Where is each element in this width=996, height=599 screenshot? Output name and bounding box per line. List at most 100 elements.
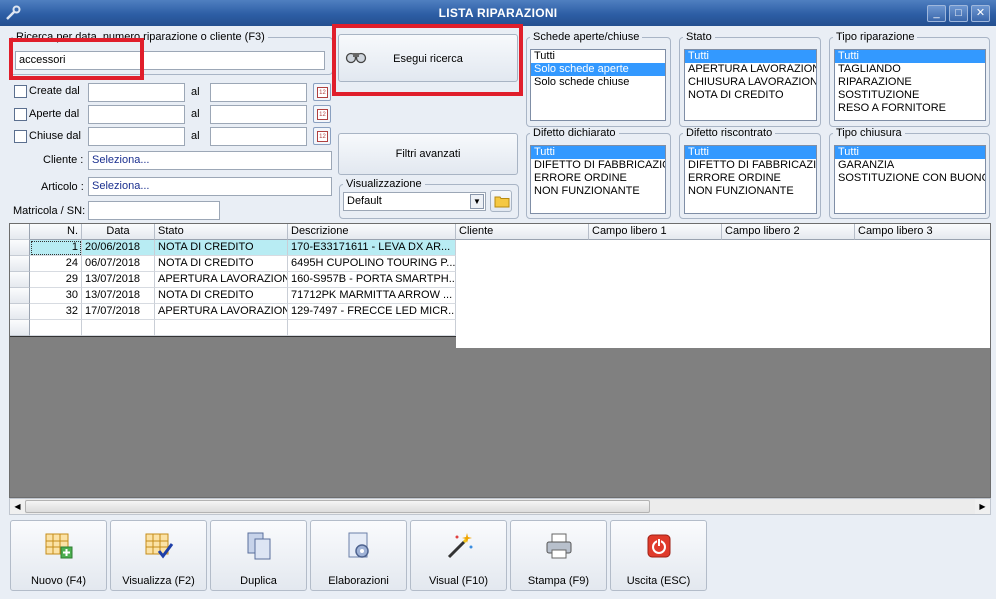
create-calendar-button[interactable]: 12 — [313, 83, 331, 101]
schede-item[interactable]: Tutti — [531, 50, 665, 63]
advanced-filters-button[interactable]: Filtri avanzati — [338, 133, 518, 175]
folder-button[interactable] — [490, 190, 512, 212]
difetto-dichiarato-item[interactable]: DIFETTO DI FABBRICAZIO — [531, 159, 665, 172]
cliente-select[interactable]: Seleziona... — [88, 151, 332, 170]
cell-stato[interactable]: NOTA DI CREDITO — [155, 288, 288, 304]
stato-listbox[interactable]: Tutti APERTURA LAVORAZIONE CHIUSURA LAVO… — [684, 49, 817, 121]
column-header-n[interactable]: N. — [30, 224, 82, 240]
column-header-cliente[interactable]: Cliente — [456, 224, 589, 240]
difetto-dichiarato-item[interactable]: Tutti — [531, 146, 665, 159]
visual-button[interactable]: Visual (F10) — [410, 520, 507, 591]
cell-empty[interactable] — [30, 320, 82, 336]
horizontal-scrollbar[interactable]: ◀ ▶ — [9, 498, 991, 515]
cell-descrizione[interactable]: 71712PK MARMITTA ARROW ... — [288, 288, 456, 304]
search-input[interactable]: accessori — [15, 51, 325, 70]
column-header-campo-libero-3[interactable]: Campo libero 3 — [855, 224, 990, 240]
articolo-select[interactable]: Seleziona... — [88, 177, 332, 196]
cell-n[interactable]: 32 — [30, 304, 82, 320]
difetto-dichiarato-item[interactable]: ERRORE ORDINE — [531, 172, 665, 185]
difetto-riscontrato-item[interactable]: ERRORE ORDINE — [685, 172, 816, 185]
matricola-input[interactable] — [88, 201, 220, 220]
cell-empty[interactable] — [155, 320, 288, 336]
cell-stato[interactable]: APERTURA LAVORAZIONE — [155, 304, 288, 320]
cell-stato[interactable]: NOTA DI CREDITO — [155, 256, 288, 272]
cell-data[interactable]: 20/06/2018 — [82, 240, 155, 256]
difetto-riscontrato-item[interactable]: NON FUNZIONANTE — [685, 185, 816, 198]
nuovo-button[interactable]: Nuovo (F4) — [10, 520, 107, 591]
chiuse-to-input[interactable] — [210, 127, 307, 146]
scroll-right-icon[interactable]: ▶ — [975, 499, 990, 514]
cell-n[interactable]: 1 — [30, 240, 82, 256]
search-button[interactable]: Esegui ricerca — [338, 34, 518, 82]
create-to-input[interactable] — [210, 83, 307, 102]
duplica-button[interactable]: Duplica — [210, 520, 307, 591]
schede-listbox[interactable]: Tutti Solo schede aperte Solo schede chi… — [530, 49, 666, 121]
cell-descrizione[interactable]: 6495H CUPOLINO TOURING P... — [288, 256, 456, 272]
difetto-riscontrato-listbox[interactable]: Tutti DIFETTO DI FABBRICAZIO ERRORE ORDI… — [684, 145, 817, 214]
column-header-descrizione[interactable]: Descrizione — [288, 224, 456, 240]
cell-descrizione[interactable]: 160-S957B - PORTA SMARTPH... — [288, 272, 456, 288]
row-header[interactable] — [10, 272, 30, 288]
cell-empty[interactable] — [288, 320, 456, 336]
stato-item[interactable]: NOTA DI CREDITO — [685, 89, 816, 102]
row-header[interactable] — [10, 304, 30, 320]
stato-item[interactable]: APERTURA LAVORAZIONE — [685, 63, 816, 76]
uscita-button[interactable]: Uscita (ESC) — [610, 520, 707, 591]
aperte-to-input[interactable] — [210, 105, 307, 124]
chiuse-from-input[interactable] — [88, 127, 185, 146]
difetto-riscontrato-item[interactable]: DIFETTO DI FABBRICAZIO — [685, 159, 816, 172]
stato-item[interactable]: CHIUSURA LAVORAZIONE — [685, 76, 816, 89]
cell-n[interactable]: 24 — [30, 256, 82, 272]
row-header[interactable] — [10, 240, 30, 256]
row-header[interactable] — [10, 288, 30, 304]
cell-n[interactable]: 29 — [30, 272, 82, 288]
difetto-dichiarato-item[interactable]: NON FUNZIONANTE — [531, 185, 665, 198]
scroll-left-icon[interactable]: ◀ — [10, 499, 25, 514]
cell-empty[interactable] — [82, 320, 155, 336]
column-header-campo-libero-1[interactable]: Campo libero 1 — [589, 224, 722, 240]
cell-data[interactable]: 17/07/2018 — [82, 304, 155, 320]
cell-descrizione[interactable]: 129-7497 - FRECCE LED MICR... — [288, 304, 456, 320]
cell-data[interactable]: 13/07/2018 — [82, 288, 155, 304]
maximize-button[interactable]: □ — [949, 5, 968, 22]
row-header[interactable] — [10, 256, 30, 272]
tipo-riparazione-item[interactable]: RIPARAZIONE — [835, 76, 985, 89]
tipo-chiusura-listbox[interactable]: Tutti GARANZIA SOSTITUZIONE CON BUONO A — [834, 145, 986, 214]
column-header-campo-libero-2[interactable]: Campo libero 2 — [722, 224, 855, 240]
column-header-data[interactable]: Data — [82, 224, 155, 240]
minimize-button[interactable]: _ — [927, 5, 946, 22]
scroll-thumb[interactable] — [25, 500, 650, 513]
view-select[interactable]: Default ▼ — [343, 192, 486, 211]
cell-stato[interactable]: NOTA DI CREDITO — [155, 240, 288, 256]
aperte-calendar-button[interactable]: 12 — [313, 105, 331, 123]
chiuse-calendar-button[interactable]: 12 — [313, 127, 331, 145]
cell-data[interactable]: 13/07/2018 — [82, 272, 155, 288]
stampa-button[interactable]: Stampa (F9) — [510, 520, 607, 591]
chiuse-checkbox[interactable] — [14, 130, 27, 143]
elaborazioni-button[interactable]: Elaborazioni — [310, 520, 407, 591]
tipo-riparazione-item[interactable]: Tutti — [835, 50, 985, 63]
difetto-riscontrato-item[interactable]: Tutti — [685, 146, 816, 159]
tipo-riparazione-item[interactable]: TAGLIANDO — [835, 63, 985, 76]
aperte-from-input[interactable] — [88, 105, 185, 124]
chevron-down-icon[interactable]: ▼ — [470, 194, 484, 209]
cell-stato[interactable]: APERTURA LAVORAZIONE — [155, 272, 288, 288]
tipo-chiusura-item[interactable]: SOSTITUZIONE CON BUONO A — [835, 172, 985, 185]
visualizza-button[interactable]: Visualizza (F2) — [110, 520, 207, 591]
column-header-stato[interactable]: Stato — [155, 224, 288, 240]
tipo-chiusura-item[interactable]: Tutti — [835, 146, 985, 159]
stato-item[interactable]: Tutti — [685, 50, 816, 63]
tipo-riparazione-item[interactable]: SOSTITUZIONE — [835, 89, 985, 102]
schede-item[interactable]: Solo schede aperte — [531, 63, 665, 76]
create-from-input[interactable] — [88, 83, 185, 102]
difetto-dichiarato-listbox[interactable]: Tutti DIFETTO DI FABBRICAZIO ERRORE ORDI… — [530, 145, 666, 214]
close-button[interactable]: ✕ — [971, 5, 990, 22]
aperte-checkbox[interactable] — [14, 108, 27, 121]
row-header[interactable] — [10, 320, 30, 336]
schede-item[interactable]: Solo schede chiuse — [531, 76, 665, 89]
results-grid[interactable]: N. Data Stato Descrizione Cliente Campo … — [9, 223, 991, 498]
tipo-chiusura-item[interactable]: GARANZIA — [835, 159, 985, 172]
cell-n[interactable]: 30 — [30, 288, 82, 304]
tipo-riparazione-listbox[interactable]: Tutti TAGLIANDO RIPARAZIONE SOSTITUZIONE… — [834, 49, 986, 121]
tipo-riparazione-item[interactable]: RESO A FORNITORE — [835, 102, 985, 115]
